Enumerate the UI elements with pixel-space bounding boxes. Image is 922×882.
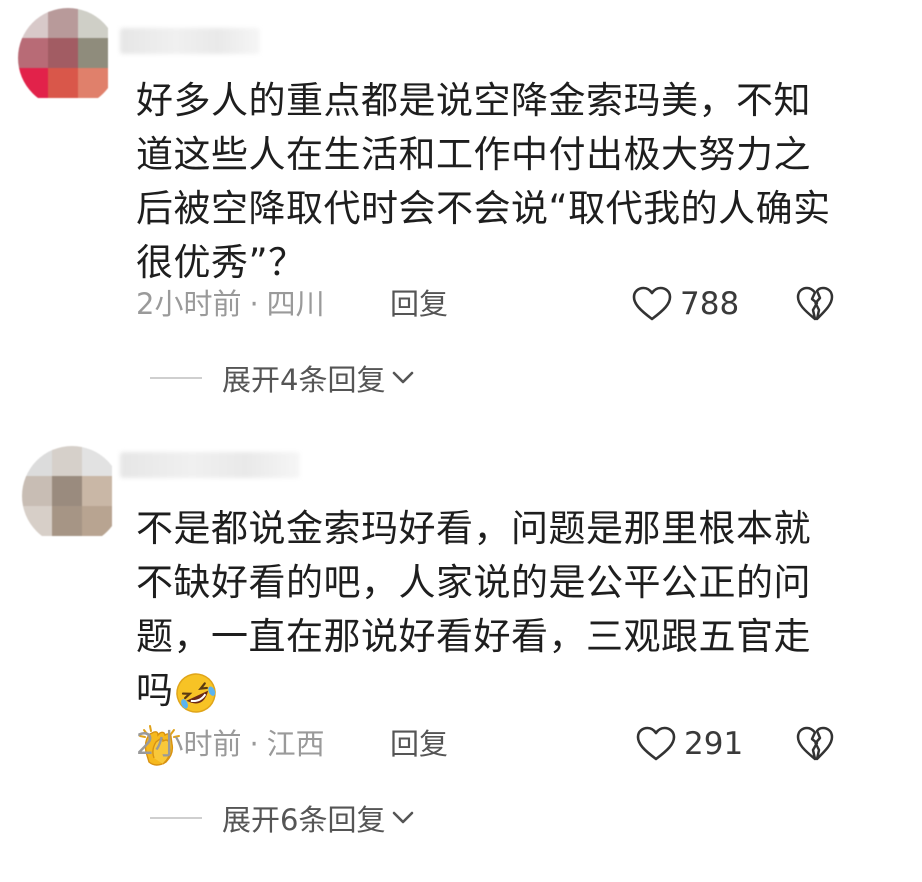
like-button[interactable]: 291 [636,724,743,764]
expand-replies-button[interactable]: 展开6条回复 [150,798,415,838]
comment-time: 2小时前 [136,727,242,761]
meta-separator: · [249,727,259,761]
rolling-on-floor-laughing-emoji [175,672,216,713]
comment-item: 不是都说金索玛好看，问题是那里根本就不缺好看的吧，人家说的是公平公正的问题，一直… [0,0,922,882]
expand-replies-label: 展开6条回复 [222,803,386,837]
reply-button[interactable]: 回复 [390,724,448,764]
dislike-button[interactable] [796,724,834,764]
heart-outline-icon [636,726,676,761]
chevron-down-icon [393,811,414,824]
avatar[interactable] [22,446,122,546]
comment-location: 江西 [266,727,325,761]
divider-line [150,817,202,819]
comment-text-content: 不是都说金索玛好看，问题是那里根本就不缺好看的吧，人家说的是公平公正的问题，一直… [136,507,811,712]
comment-meta: 2小时前 · 江西 [136,724,325,764]
username[interactable] [120,452,300,478]
like-count: 291 [684,726,744,762]
broken-heart-outline-icon [796,726,834,761]
